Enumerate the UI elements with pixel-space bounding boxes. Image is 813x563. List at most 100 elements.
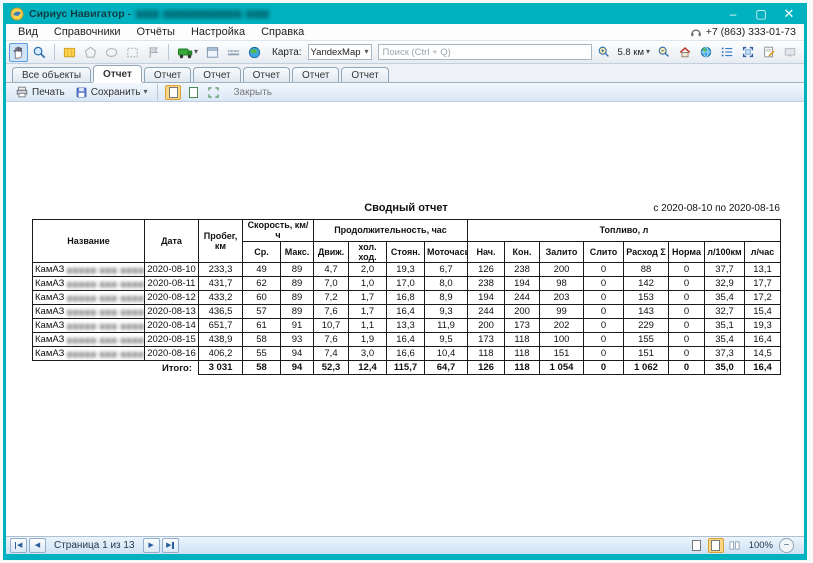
next-page-button[interactable]: ▶ (143, 538, 160, 553)
close-report-button[interactable]: Закрыть (233, 87, 272, 98)
tab-0[interactable]: Все объекты (12, 67, 91, 82)
value-cell: 126 (468, 263, 505, 277)
zoom-tool-button[interactable] (30, 43, 49, 62)
print-button[interactable]: Печать (12, 85, 68, 99)
table-row: КамАЗ ▆▆▆▆▆ ▆▆▆ ▆▆▆▆2020-08-15438,958937… (33, 333, 781, 347)
map-select[interactable]: YandexMap ▾ (308, 44, 372, 60)
view-page-width-button[interactable] (185, 85, 201, 100)
zoom-fit-page-button[interactable] (708, 538, 724, 553)
view-whole-page-button[interactable] (205, 85, 221, 100)
value-cell: 238 (468, 277, 505, 291)
date-cell: 2020-08-13 (145, 305, 199, 319)
page-icon (692, 540, 701, 551)
last-page-button[interactable]: ▶ (162, 538, 179, 553)
tab-6[interactable]: Отчет (341, 67, 388, 82)
vehicle-name-redacted: ▆▆▆▆▆ ▆▆▆ ▆▆▆▆ (67, 281, 145, 288)
value-cell: 37,3 (705, 347, 745, 361)
vehicle-menu-button[interactable]: ▾ (174, 43, 201, 62)
tab-1[interactable]: Отчет (93, 65, 142, 82)
vehicle-name-cell: КамАЗ ▆▆▆▆▆ ▆▆▆ ▆▆▆▆ (33, 277, 145, 291)
menu-item-Справка[interactable]: Справка (253, 26, 312, 38)
value-cell: 433,2 (199, 291, 243, 305)
table-row: КамАЗ ▆▆▆▆▆ ▆▆▆ ▆▆▆▆2020-08-13436,557897… (33, 305, 781, 319)
value-cell: 91 (281, 319, 314, 333)
menu-bar: ВидСправочникиОтчётыНастройкаСправка +7 … (6, 24, 804, 40)
value-cell: 9,3 (425, 305, 468, 319)
totals-row: Итого:3 031589452,312,4115,764,71261181 … (33, 361, 781, 375)
value-cell: 118 (505, 333, 540, 347)
table-row: КамАЗ ▆▆▆▆▆ ▆▆▆ ▆▆▆▆2020-08-14651,761911… (33, 319, 781, 333)
window-controls: – ▢ ✕ (720, 5, 804, 22)
vehicle-name-cell: КамАЗ ▆▆▆▆▆ ▆▆▆ ▆▆▆▆ (33, 347, 145, 361)
edit-report-button[interactable] (759, 43, 778, 62)
totals-cell: 64,7 (425, 361, 468, 375)
map-scale-value: 5.8 км (617, 47, 644, 58)
list-icon (720, 45, 734, 59)
zoom-out-button[interactable] (654, 43, 673, 62)
zoom-fit-width-button[interactable] (689, 538, 705, 553)
minimize-button[interactable]: – (720, 5, 746, 22)
page-icon (189, 87, 198, 98)
object-list-button[interactable] (717, 43, 736, 62)
column-subheader: Кон. (505, 241, 540, 263)
zoom-two-pages-button[interactable] (727, 538, 743, 553)
tab-4[interactable]: Отчет (243, 67, 290, 82)
value-cell: 1,1 (349, 319, 387, 333)
totals-cell: 118 (505, 361, 540, 375)
pan-tool-button[interactable] (9, 43, 28, 62)
polygon-icon (83, 45, 98, 60)
date-cell: 2020-08-15 (145, 333, 199, 347)
circle-tool-button[interactable] (102, 43, 121, 62)
vehicle-name-cell: КамАЗ ▆▆▆▆▆ ▆▆▆ ▆▆▆▆ (33, 291, 145, 305)
first-page-button[interactable]: ◀ (10, 538, 27, 553)
menu-item-Отчёты[interactable]: Отчёты (129, 26, 183, 38)
menu-item-Справочники[interactable]: Справочники (46, 26, 129, 38)
world-map-button[interactable] (696, 43, 715, 62)
home-button[interactable] (675, 43, 694, 62)
column-header: Продолжительность, час (314, 220, 468, 242)
panel-button[interactable] (203, 43, 222, 62)
map-scale-dropdown[interactable]: 5.8 км ▾ (615, 47, 652, 58)
toolbar-separator (168, 44, 169, 60)
window-title: Сириус Навигатор - (29, 8, 131, 20)
value-cell: 35,4 (705, 291, 745, 305)
report-header: Сводный отчет с 2020-08-10 по 2020-08-16 (32, 202, 780, 217)
value-cell: 1,9 (349, 333, 387, 347)
tab-3[interactable]: Отчет (193, 67, 240, 82)
value-cell: 3,0 (349, 347, 387, 361)
totals-cell: 0 (584, 361, 624, 375)
page-icon (711, 540, 720, 551)
value-cell: 229 (624, 319, 669, 333)
value-cell: 62 (243, 277, 281, 291)
tab-5[interactable]: Отчет (292, 67, 339, 82)
monitor-button[interactable] (780, 43, 799, 62)
totals-cell: 16,4 (745, 361, 781, 375)
prev-page-button[interactable]: ◀ (29, 538, 46, 553)
vehicle-name-cell: КамАЗ ▆▆▆▆▆ ▆▆▆ ▆▆▆▆ (33, 305, 145, 319)
view-single-page-button[interactable] (165, 85, 181, 100)
search-input[interactable] (378, 44, 593, 60)
edit-map-button[interactable] (60, 43, 79, 62)
maximize-button[interactable]: ▢ (748, 5, 774, 22)
value-cell: 406,2 (199, 347, 243, 361)
rect-select-button[interactable] (123, 43, 142, 62)
menu-item-Настройка[interactable]: Настройка (183, 26, 253, 38)
route-button[interactable] (224, 43, 243, 62)
value-cell: 151 (540, 347, 584, 361)
headset-icon (690, 26, 702, 38)
save-button[interactable]: Сохранить ▾ (72, 86, 151, 99)
menu-item-Вид[interactable]: Вид (10, 26, 46, 38)
tab-2[interactable]: Отчет (144, 67, 191, 82)
zoom-in-button[interactable] (594, 43, 613, 62)
value-cell: 155 (624, 333, 669, 347)
value-cell: 57 (243, 305, 281, 319)
geozones-button[interactable] (245, 43, 264, 62)
close-button[interactable]: ✕ (776, 5, 802, 22)
column-subheader: хол. ход. (349, 241, 387, 263)
value-cell: 7,6 (314, 333, 349, 347)
totals-cell: 3 031 (199, 361, 243, 375)
flag-tool-button[interactable] (144, 43, 163, 62)
polygon-tool-button[interactable] (81, 43, 100, 62)
zoom-out-stepper[interactable]: − (779, 538, 794, 553)
fit-selection-button[interactable] (738, 43, 757, 62)
